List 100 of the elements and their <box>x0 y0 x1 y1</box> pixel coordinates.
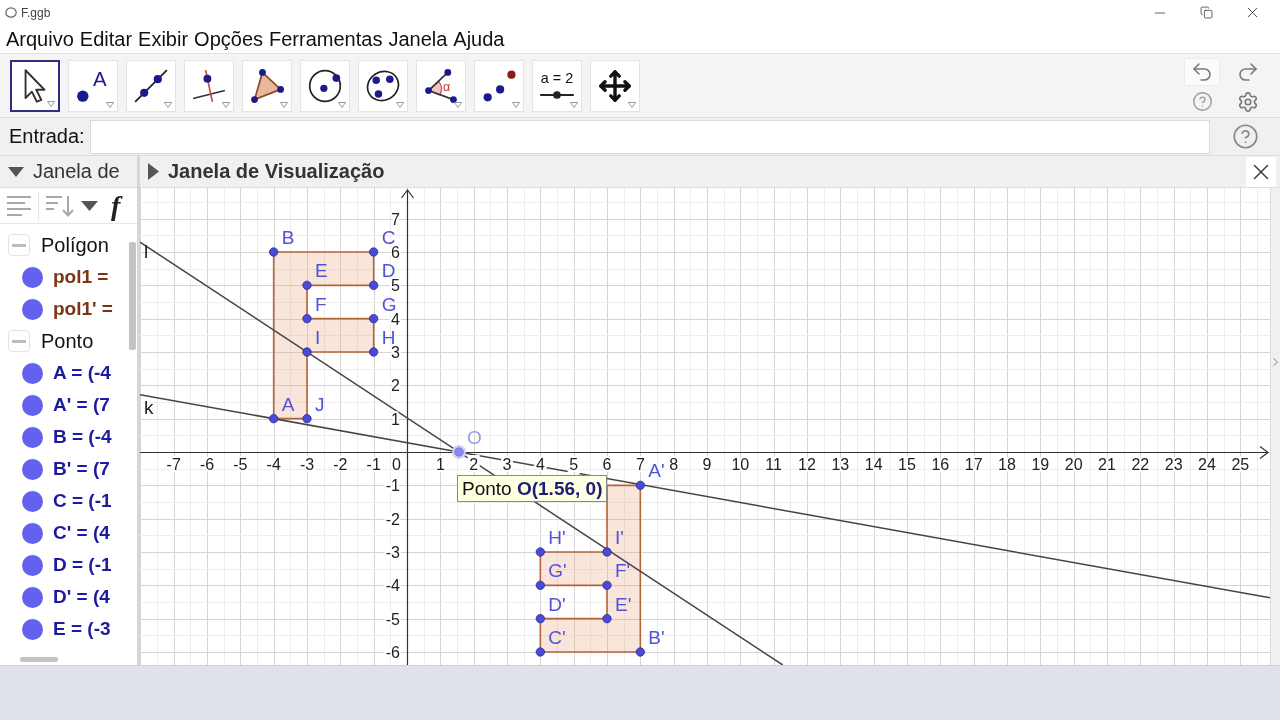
point[interactable] <box>535 580 545 590</box>
point[interactable] <box>535 647 545 657</box>
axis-tick-label: 17 <box>964 456 983 473</box>
point[interactable] <box>369 280 379 290</box>
menu-item[interactable]: Exibir <box>135 25 192 53</box>
point-label: B <box>281 227 295 248</box>
close-button[interactable] <box>1246 156 1276 187</box>
collapse-triangle-icon[interactable] <box>8 166 24 177</box>
point[interactable] <box>602 580 612 590</box>
ellipse-icon <box>366 68 400 103</box>
point[interactable] <box>535 547 545 557</box>
visibility-dot-icon[interactable] <box>22 298 43 320</box>
four-way-arrows-icon <box>598 68 632 103</box>
axis-tick-label: 1 <box>391 410 400 428</box>
point[interactable] <box>369 247 379 257</box>
caret-icon[interactable] <box>81 200 98 211</box>
dropdown-caret-icon <box>164 101 172 108</box>
axis-tick-label: 20 <box>1064 456 1083 473</box>
tool-button[interactable]: a = 2 <box>532 59 582 112</box>
point-label: D' <box>548 593 566 615</box>
algebra-item[interactable]: C = (-1 <box>53 490 112 512</box>
axis-tick-label: -5 <box>233 456 248 473</box>
visibility-dot-icon[interactable] <box>22 394 43 416</box>
point-label: I' <box>615 527 624 548</box>
visibility-dot-icon[interactable] <box>22 490 43 512</box>
point[interactable] <box>369 347 379 357</box>
tool-button[interactable]: A <box>68 59 118 112</box>
point[interactable] <box>302 280 312 290</box>
scrollbar-thumb[interactable] <box>128 242 136 350</box>
menu-item[interactable]: Opções <box>191 25 266 53</box>
help-icon[interactable] <box>1191 91 1213 112</box>
axis-tick-label: -2 <box>385 510 400 528</box>
arrow-cursor-icon <box>24 68 46 103</box>
visibility-dot-icon[interactable] <box>22 618 43 640</box>
algebra-item[interactable]: E = (-3 <box>53 618 111 640</box>
visibility-dot-icon[interactable] <box>22 426 43 448</box>
point[interactable] <box>269 247 279 257</box>
point[interactable] <box>635 647 645 657</box>
undo-button[interactable] <box>1184 57 1220 86</box>
menu-item[interactable]: Arquivo <box>3 25 77 53</box>
visibility-dot-icon[interactable] <box>22 554 43 576</box>
triangle-icon <box>250 68 284 103</box>
expand-triangle-icon[interactable] <box>148 163 159 180</box>
point[interactable] <box>302 314 312 324</box>
scrollbar-thumb[interactable] <box>20 657 58 662</box>
dropdown-caret-icon <box>106 101 114 108</box>
restore-icon[interactable] <box>1199 6 1213 19</box>
tooltip: Ponto O(1.56, 0) <box>457 475 608 502</box>
tool-button[interactable]: α <box>416 59 466 112</box>
algebra-item[interactable]: C' = (4 <box>53 522 110 544</box>
menu-item[interactable]: Ajuda <box>450 25 508 53</box>
point[interactable] <box>602 547 612 557</box>
settings-icon[interactable] <box>1237 90 1259 113</box>
point[interactable] <box>302 347 312 357</box>
point-label: E' <box>615 593 632 615</box>
axis-tick-label: 9 <box>702 456 712 473</box>
dropdown-caret-icon <box>570 101 578 108</box>
dropdown-caret-icon <box>454 101 462 108</box>
point[interactable] <box>302 414 312 424</box>
point[interactable] <box>602 614 612 624</box>
axis-tick-label: -6 <box>385 644 400 661</box>
menu-item[interactable]: Janela <box>385 25 451 53</box>
algebra-item[interactable]: pol1 = <box>53 266 109 288</box>
point[interactable] <box>535 614 545 624</box>
visibility-dot-icon[interactable] <box>22 458 43 480</box>
tool-button[interactable] <box>10 59 60 112</box>
visibility-dot-icon[interactable] <box>22 266 43 288</box>
visibility-dot-icon[interactable] <box>22 362 43 384</box>
input-field[interactable] <box>90 119 1210 154</box>
axis-tick-label: 21 <box>1098 456 1116 473</box>
collapse-toggle[interactable] <box>8 234 30 256</box>
point[interactable] <box>269 414 279 424</box>
point[interactable] <box>369 314 379 324</box>
point-label: I <box>315 327 321 348</box>
algebra-item[interactable]: A' = (7 <box>53 394 110 416</box>
algebra-item[interactable]: B = (-4 <box>53 426 112 448</box>
function-button[interactable]: f <box>109 190 123 221</box>
algebra-item[interactable]: A = (-4 <box>53 362 111 384</box>
app-icon <box>5 7 17 18</box>
algebra-item[interactable]: pol1' = <box>53 298 113 320</box>
axis-tick-label: -3 <box>299 456 315 473</box>
point-label: A <box>281 393 295 415</box>
point-label: F <box>315 293 327 315</box>
axis-tick-label: 6 <box>602 456 612 473</box>
line-label: l <box>144 241 149 262</box>
perpendicular-lines-icon <box>192 68 226 103</box>
expand-caret-icon[interactable] <box>1273 358 1278 366</box>
point-label: F' <box>615 560 631 582</box>
visibility-dot-icon[interactable] <box>22 586 43 608</box>
menu-item[interactable]: Editar <box>76 25 136 53</box>
algebra-item[interactable]: D = (-1 <box>53 554 112 576</box>
visibility-dot-icon[interactable] <box>22 522 43 544</box>
help-icon[interactable] <box>1231 123 1259 150</box>
axis-tick-label: -4 <box>266 456 281 473</box>
collapse-toggle[interactable] <box>8 330 30 352</box>
algebra-item[interactable]: B' = (7 <box>53 458 110 480</box>
algebra-item[interactable]: D' = (4 <box>53 586 110 608</box>
point[interactable] <box>635 480 645 490</box>
menu-item[interactable]: Ferramentas <box>266 25 386 53</box>
group-label: Polígon <box>41 233 109 257</box>
